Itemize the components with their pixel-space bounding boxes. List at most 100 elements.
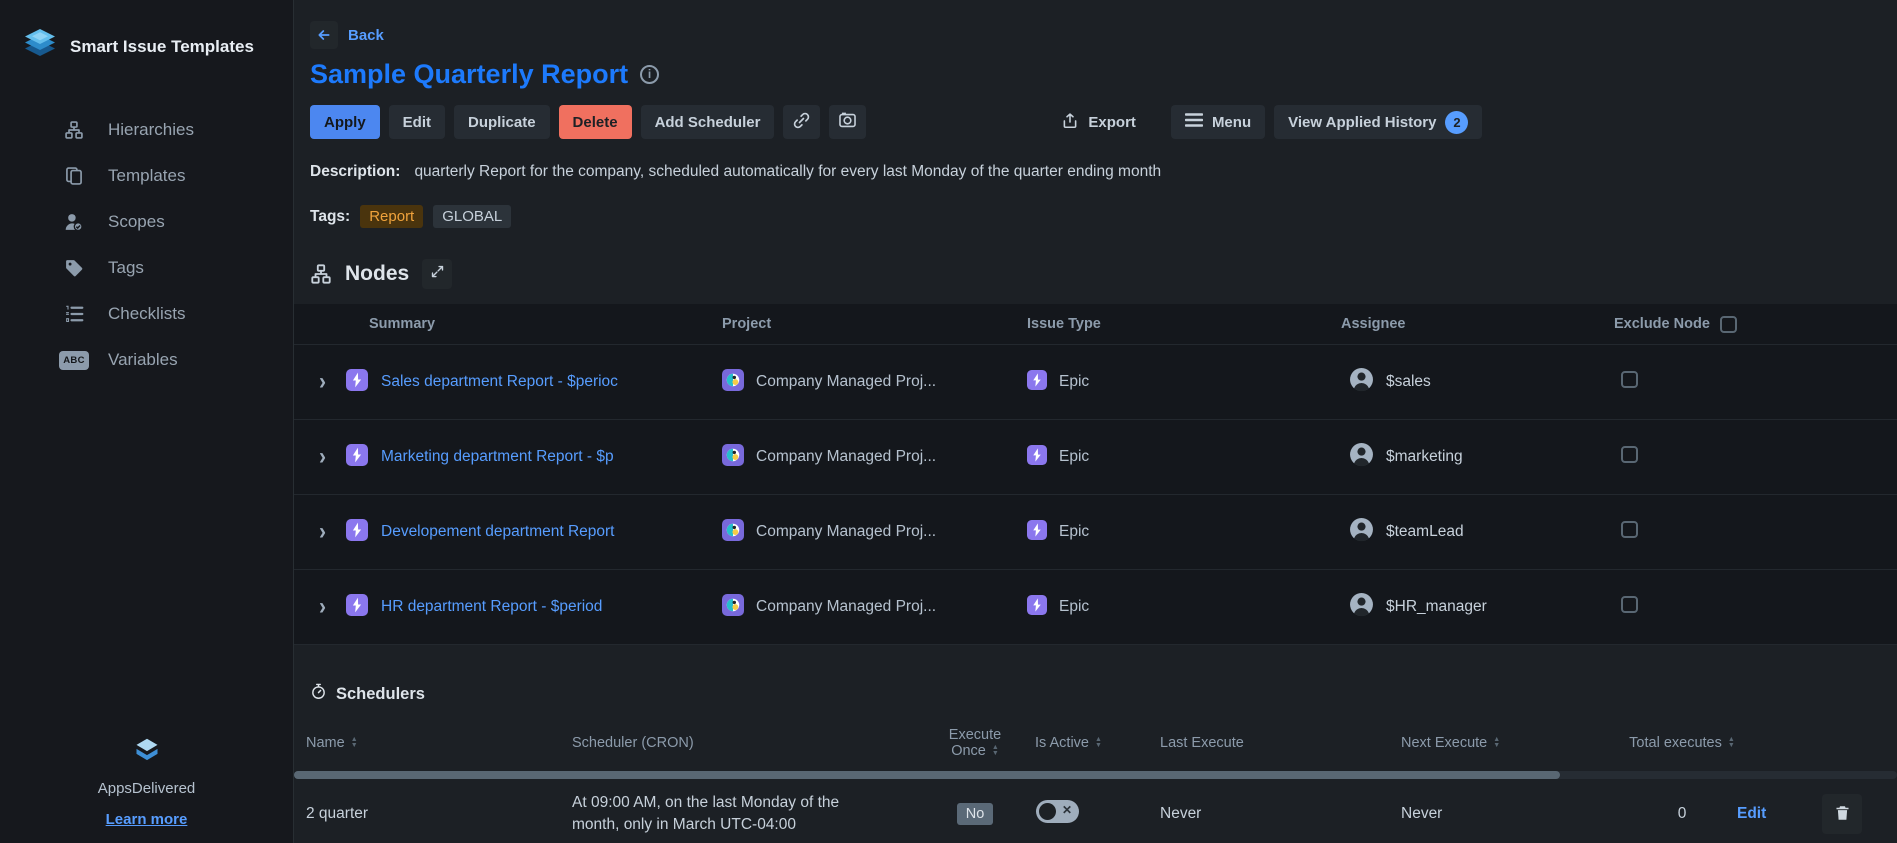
sidebar-item-checklists[interactable]: Checklists <box>0 291 293 337</box>
delete-scheduler-button[interactable] <box>1822 794 1862 834</box>
column-summary: Summary <box>294 316 722 332</box>
sidebar-item-label: Tags <box>108 258 144 278</box>
app-title: Smart Issue Templates <box>70 37 254 57</box>
nodes-section-title: Nodes <box>345 262 409 286</box>
sort-icon[interactable] <box>992 745 999 757</box>
sidebar-item-label: Variables <box>108 350 178 370</box>
sort-icon[interactable] <box>1728 737 1735 749</box>
sidebar-item-tags[interactable]: Tags <box>0 245 293 291</box>
expand-nodes-button[interactable] <box>422 259 452 289</box>
learn-more-link[interactable]: Learn more <box>106 811 188 828</box>
sort-icon[interactable] <box>1493 737 1500 749</box>
assignee-avatar <box>1349 442 1374 472</box>
sidebar-nav: Hierarchies Templates Scopes <box>0 107 293 383</box>
sort-icon[interactable] <box>1095 737 1102 749</box>
toggle-off-icon: ✕ <box>1062 803 1072 817</box>
epic-issue-icon <box>346 444 368 471</box>
tag-icon <box>62 258 86 278</box>
apply-button[interactable]: Apply <box>310 105 380 139</box>
export-button[interactable]: Export <box>1047 105 1150 139</box>
assignee-name: $HR_manager <box>1386 598 1487 616</box>
toolbar: Apply Edit Duplicate Delete Add Schedule… <box>294 105 1897 139</box>
sidebar-item-hierarchies[interactable]: Hierarchies <box>0 107 293 153</box>
exclude-all-checkbox[interactable] <box>1720 316 1737 333</box>
menu-label: Menu <box>1212 114 1251 131</box>
duplicate-button[interactable]: Duplicate <box>454 105 550 139</box>
resize-diagonal-icon <box>430 264 445 284</box>
horizontal-scrollbar <box>294 771 1897 779</box>
exclude-node-checkbox[interactable] <box>1621 371 1638 388</box>
execute-once-badge: No <box>957 803 994 825</box>
exclude-node-checkbox[interactable] <box>1621 446 1638 463</box>
exclude-node-checkbox[interactable] <box>1621 596 1638 613</box>
toggle-knob <box>1039 803 1056 820</box>
back-button[interactable]: Back <box>294 20 1897 50</box>
screenshot-button[interactable] <box>829 105 866 139</box>
checklist-icon <box>62 304 86 324</box>
epic-issue-type-icon <box>1027 370 1047 395</box>
view-applied-history-button[interactable]: View Applied History 2 <box>1274 105 1482 139</box>
column-exclude-node: Exclude Node <box>1614 316 1710 332</box>
back-label: Back <box>348 27 384 44</box>
node-summary-link[interactable]: Sales department Report - $perioc <box>381 373 618 391</box>
expand-row-chevron[interactable] <box>319 446 333 469</box>
expand-row-chevron[interactable] <box>319 371 333 394</box>
total-executes-value: 0 <box>1627 805 1737 823</box>
nodes-table-header: Summary Project Issue Type Assignee Excl… <box>294 304 1897 344</box>
scrollbar-thumb[interactable] <box>294 771 1560 779</box>
assignee-avatar <box>1349 367 1374 397</box>
project-avatar <box>722 519 744 546</box>
description-label: Description: <box>310 163 400 181</box>
expand-row-chevron[interactable] <box>319 521 333 544</box>
epic-issue-type-icon <box>1027 445 1047 470</box>
edit-button[interactable]: Edit <box>389 105 445 139</box>
node-summary-link[interactable]: Developement department Report <box>381 523 615 541</box>
node-table-row: HR department Report - $period Company M… <box>294 569 1897 644</box>
description-text: quarterly Report for the company, schedu… <box>414 163 1161 181</box>
scheduler-cron-text: At 09:00 AM, on the last Monday of the m… <box>560 792 930 837</box>
hierarchy-icon <box>62 120 86 140</box>
issue-type-label: Epic <box>1059 523 1089 541</box>
column-total-executes[interactable]: Total executes <box>1627 735 1737 751</box>
stopwatch-icon <box>310 683 327 705</box>
delete-button[interactable]: Delete <box>559 105 632 139</box>
camera-icon <box>838 111 857 134</box>
trash-icon <box>1834 804 1851 825</box>
epic-issue-icon <box>346 519 368 546</box>
exclude-node-checkbox[interactable] <box>1621 521 1638 538</box>
appsdelivered-logo-icon <box>133 752 161 769</box>
sidebar-item-scopes[interactable]: Scopes <box>0 199 293 245</box>
scheduler-name: 2 quarter <box>294 805 560 823</box>
column-name[interactable]: Name <box>294 735 560 751</box>
node-table-row: Developement department Report Company M… <box>294 494 1897 569</box>
hamburger-icon <box>1185 113 1203 131</box>
sort-icon[interactable] <box>351 737 358 749</box>
node-summary-link[interactable]: HR department Report - $period <box>381 598 602 616</box>
export-label: Export <box>1088 114 1136 131</box>
is-active-toggle[interactable]: ✕ <box>1036 800 1079 823</box>
add-scheduler-button[interactable]: Add Scheduler <box>641 105 775 139</box>
app-logo-row: Smart Issue Templates <box>0 0 293 65</box>
node-summary-link[interactable]: Marketing department Report - $p <box>381 448 614 466</box>
column-is-active[interactable]: Is Active <box>1020 735 1145 751</box>
app-logo-icon <box>22 28 58 65</box>
sidebar: Smart Issue Templates Hierarchies Templa… <box>0 0 294 843</box>
info-icon[interactable] <box>640 65 659 84</box>
tag-chip-report: Report <box>360 205 423 228</box>
copy-link-button[interactable] <box>783 105 820 139</box>
project-avatar <box>722 444 744 471</box>
sidebar-item-templates[interactable]: Templates <box>0 153 293 199</box>
assignee-name: $marketing <box>1386 448 1463 466</box>
edit-scheduler-link[interactable]: Edit <box>1737 805 1766 822</box>
column-next-execute[interactable]: Next Execute <box>1386 735 1627 751</box>
menu-button[interactable]: Menu <box>1171 105 1265 139</box>
column-project: Project <box>722 316 1027 332</box>
node-table-row: Sales department Report - $perioc Compan… <box>294 344 1897 419</box>
epic-issue-type-icon <box>1027 520 1047 545</box>
sidebar-item-variables[interactable]: ABC Variables <box>0 337 293 383</box>
column-issue-type: Issue Type <box>1027 316 1341 332</box>
column-execute-once[interactable]: Execute Once <box>930 727 1020 759</box>
appsdelivered-brand: AppsDelivered <box>0 780 293 797</box>
expand-row-chevron[interactable] <box>319 596 333 619</box>
project-name: Company Managed Proj... <box>756 523 936 541</box>
